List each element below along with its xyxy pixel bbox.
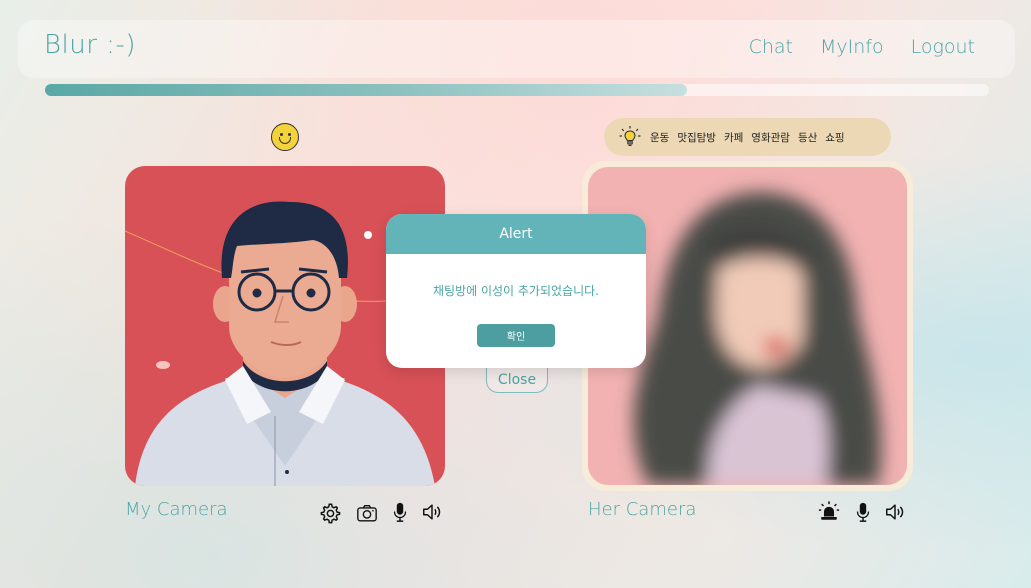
nav-myinfo[interactable]: MyInfo <box>820 36 884 58</box>
close-button[interactable]: Close <box>486 364 548 393</box>
microphone-icon[interactable] <box>389 501 411 523</box>
nav-logout[interactable]: Logout <box>911 36 975 58</box>
alert-message: 채팅방에 이성이 추가되었습니다. <box>432 284 599 298</box>
interest-tag[interactable]: 운동 <box>650 130 669 145</box>
interest-tag[interactable]: 맛집탐방 <box>677 130 716 145</box>
gear-icon[interactable] <box>319 502 341 524</box>
her-camera-label: Her Camera <box>588 499 697 520</box>
nav-links: Chat MyInfo Logout <box>749 36 975 58</box>
siren-icon[interactable] <box>818 500 840 522</box>
speaker-icon[interactable] <box>421 501 443 523</box>
navbar: Blur :-) Chat MyInfo Logout <box>18 20 1015 78</box>
alert-modal: Alert 채팅방에 이성이 추가되었습니다. 확인 <box>386 214 646 368</box>
interest-tag[interactable]: 카페 <box>724 130 743 145</box>
my-camera-label: My Camera <box>125 499 228 520</box>
nav-chat[interactable]: Chat <box>749 36 793 58</box>
confirm-button[interactable]: 확인 <box>477 324 555 347</box>
speaker-icon[interactable] <box>884 501 906 523</box>
brand-logo[interactable]: Blur :-) <box>44 30 136 60</box>
smiley-icon[interactable] <box>271 123 299 151</box>
interest-tag[interactable]: 쇼핑 <box>825 130 844 145</box>
lightbulb-icon <box>619 126 641 146</box>
progress-fill <box>45 84 687 96</box>
progress-bar <box>45 84 989 96</box>
alert-title: Alert <box>386 214 646 254</box>
camera-icon[interactable] <box>356 502 378 524</box>
interest-tag[interactable]: 등산 <box>798 130 817 145</box>
interest-tag[interactable]: 영화관람 <box>751 130 790 145</box>
microphone-icon[interactable] <box>852 501 874 523</box>
interest-tags: 운동 맛집탐방 카페 영화관람 등산 쇼핑 <box>604 118 891 156</box>
